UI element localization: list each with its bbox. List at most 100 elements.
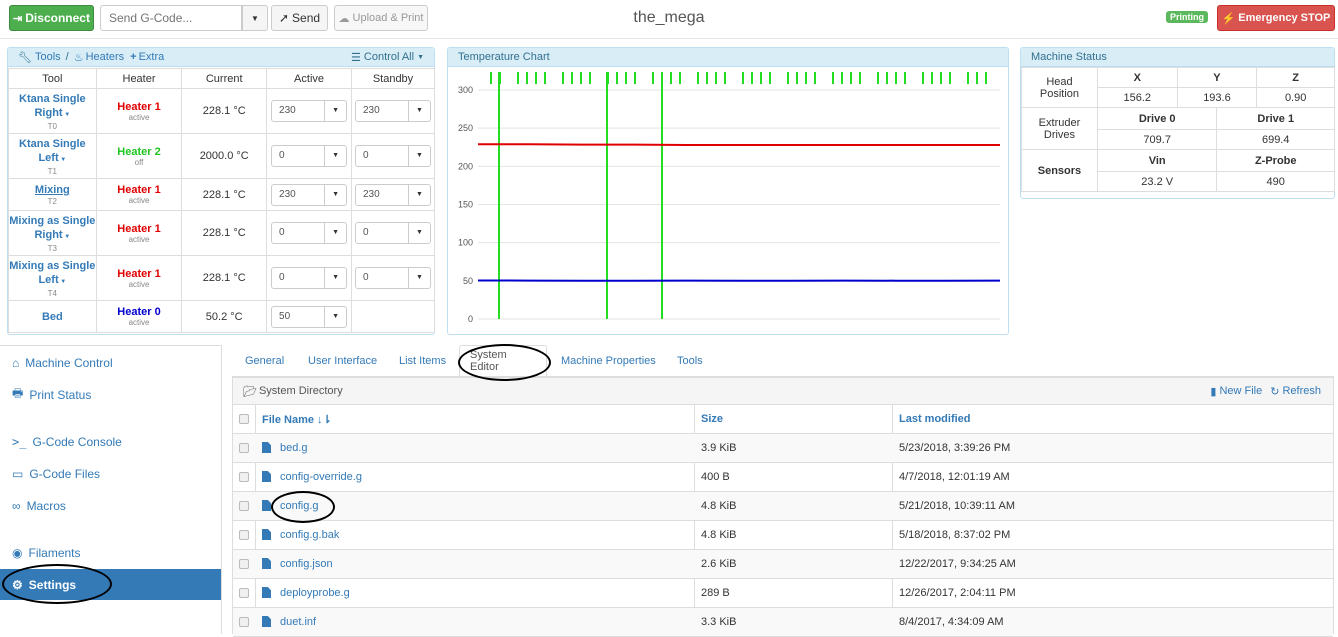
table-row[interactable]: config.json 2.6 KiB 12/22/2017, 9:34:25 … [233,550,1333,579]
tab-user-interface[interactable]: User Interface [298,345,387,377]
tool-name[interactable]: Mixing [35,184,70,196]
tab-heaters[interactable]: Heaters [86,51,125,63]
heater-name[interactable]: Heater 1 [97,101,182,113]
row-checkbox[interactable] [239,501,249,511]
file-name[interactable]: config.json [280,558,333,570]
event-tick [670,72,672,84]
new-file-button[interactable]: ▮New File [1210,385,1262,398]
sidebar-item-gcode-console[interactable]: >_G-Code Console [0,426,221,457]
sidebar-item-gcode-files[interactable]: ▭G-Code Files [0,458,221,489]
sidebar-item-macros[interactable]: ∞Macros [0,490,221,521]
heater-name[interactable]: Heater 1 [97,184,182,196]
control-all-dropdown[interactable]: Control All [364,51,414,63]
table-row[interactable]: config-override.g 400 B 4/7/2018, 12:01:… [233,463,1333,492]
active-temp-select[interactable]: 0▼ [271,222,347,244]
heater-name[interactable]: Heater 2 [97,146,182,158]
y-tick-label: 150 [458,200,473,210]
file-browser-header: 📂︎ System Directory ▮New File ↻Refresh [233,378,1333,405]
tool-name[interactable]: Ktana Single Left ▼ [19,138,86,164]
status-badge: Printing [1166,11,1208,23]
event-tick [616,72,618,84]
send-button[interactable]: ➚ Send [271,5,328,31]
sidebar-item-settings[interactable]: ⚙Settings [0,569,221,600]
gear-icon: ⚙ [12,578,23,592]
tab-general[interactable]: General [235,345,294,377]
caret-down-icon: ▼ [63,112,71,118]
standby-temp-select[interactable]: 0▼ [355,222,431,244]
tab-machine-properties[interactable]: Machine Properties [551,345,666,377]
file-modified: 12/26/2017, 2:04:11 PM [899,587,1016,599]
row-checkbox[interactable] [239,588,249,598]
event-tick [976,72,978,84]
tool-number: T0 [9,122,96,131]
table-row[interactable]: bed.g 3.9 KiB 5/23/2018, 3:39:26 PM [233,434,1333,463]
tab-extra[interactable]: Extra [139,51,165,63]
sidebar-item-print-status[interactable]: 🖶Print Status [0,379,221,410]
emergency-label: Emergency STOP [1238,12,1330,24]
file-size: 3.3 KiB [701,616,736,628]
table-row[interactable]: deployprobe.g 289 B 12/26/2017, 2:04:11 … [233,579,1333,608]
tab-tools[interactable]: Tools [35,51,61,63]
sidebar-item-filaments[interactable]: ◉Filaments [0,537,221,568]
sidebar-item-label: Machine Control [25,356,112,370]
tool-name[interactable]: Mixing as Single Right ▼ [9,215,95,241]
tool-row: MixingT2 Heater 1active 228.1 °C 230▼ 23… [9,179,435,211]
active-temp-select[interactable]: 0▼ [271,145,347,167]
upload-print-button[interactable]: ☁ Upload & Print [334,5,428,31]
standby-temp-select[interactable]: 0▼ [355,267,431,289]
refresh-button[interactable]: ↻Refresh [1270,385,1321,398]
tool-number: T4 [9,289,96,298]
standby-temp-select[interactable]: 230▼ [355,184,431,206]
file-name[interactable]: config-override.g [280,471,362,483]
current-temp: 50.2 °C [182,301,267,333]
heater-name[interactable]: Heater 0 [97,306,182,318]
refresh-icon: ↻ [1270,385,1279,398]
tool-row: Mixing as Single Right ▼T3 Heater 1activ… [9,211,435,256]
tool-name[interactable]: Ktana Single Right ▼ [19,93,86,119]
file-name[interactable]: bed.g [280,442,308,454]
standby-temp-select[interactable]: 230▼ [355,100,431,122]
row-checkbox[interactable] [239,530,249,540]
drive-0-label: Drive 0 [1097,108,1217,130]
heater-name[interactable]: Heater 1 [97,268,182,280]
head-position-label: Head Position [1022,68,1098,108]
col-size[interactable]: Size [701,413,723,425]
gcode-input[interactable] [100,5,242,31]
active-temp-select[interactable]: 0▼ [271,267,347,289]
active-temp-select[interactable]: 230▼ [271,184,347,206]
col-file-name[interactable]: File Name ↓⇂ [262,413,332,426]
sidebar-item-machine-control[interactable]: ⌂ Machine Control [0,347,221,378]
file-table-header: File Name ↓⇂ Size Last modified [233,405,1333,434]
home-icon: ⌂ [12,356,19,370]
row-checkbox[interactable] [239,617,249,627]
table-row[interactable]: config.g.bak 4.8 KiB 5/18/2018, 8:37:02 … [233,521,1333,550]
tab-system-editor[interactable]: System Editor [459,345,547,377]
standby-temp-select[interactable]: 0▼ [355,145,431,167]
tool-name[interactable]: Mixing as Single Left ▼ [9,260,95,286]
active-temp-select[interactable]: 230▼ [271,100,347,122]
file-size: 289 B [701,587,730,599]
active-temp-select[interactable]: 50▼ [271,306,347,328]
table-row[interactable]: duet.inf 3.3 KiB 8/4/2017, 4:34:09 AM [233,608,1333,637]
event-tick [490,72,492,84]
file-name[interactable]: config.g [280,500,319,512]
row-checkbox[interactable] [239,472,249,482]
table-row[interactable]: config.g 4.8 KiB 5/21/2018, 10:39:11 AM [233,492,1333,521]
tab-list-items[interactable]: List Items [389,345,456,377]
row-checkbox[interactable] [239,443,249,453]
gcode-history-dropdown[interactable]: ▼ [242,5,268,31]
select-all-checkbox[interactable] [239,414,249,424]
row-checkbox[interactable] [239,559,249,569]
file-name[interactable]: duet.inf [280,616,316,628]
file-name[interactable]: deployprobe.g [280,587,350,599]
event-tick [850,72,852,84]
disconnect-button[interactable]: ⇥ Disconnect [9,5,94,31]
col-tool: Tool [9,69,97,89]
event-tick [571,72,573,84]
file-name[interactable]: config.g.bak [280,529,339,541]
emergency-stop-button[interactable]: ⚡ Emergency STOP [1217,5,1335,31]
col-last-modified[interactable]: Last modified [899,413,971,425]
tool-name[interactable]: Bed [42,311,63,323]
heater-name[interactable]: Heater 1 [97,223,182,235]
tab-tools[interactable]: Tools [667,345,713,377]
